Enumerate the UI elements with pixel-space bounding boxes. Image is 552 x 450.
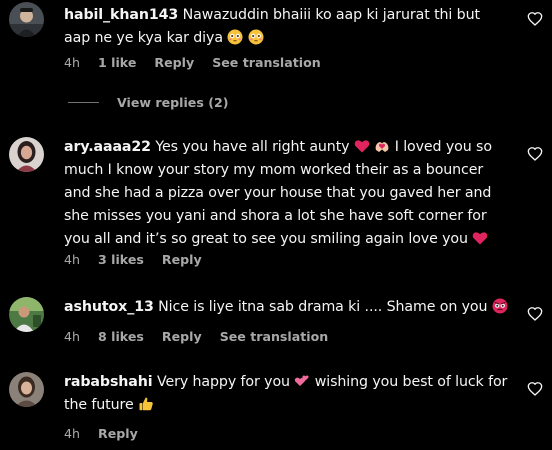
avatar-image [9, 297, 44, 332]
comment-meta: 4h 1 like Reply See translation [64, 55, 321, 70]
comment-username[interactable]: rababshahi [64, 374, 153, 390]
reply-button[interactable]: Reply [98, 426, 138, 441]
flushed-face-icon [248, 29, 264, 45]
comment-meta: 4h 8 likes Reply See translation [64, 329, 328, 344]
comment-text: rababshahi Very happy for you wishing yo… [64, 371, 508, 417]
view-replies-button[interactable]: View replies (2) [64, 95, 229, 110]
comment-username[interactable]: habil_khan143 [64, 7, 178, 23]
reply-button[interactable]: Reply [154, 55, 194, 70]
like-heart-icon[interactable] [527, 11, 543, 27]
avatar[interactable] [9, 297, 44, 332]
reply-button[interactable]: Reply [162, 252, 202, 267]
comment-likes[interactable]: 8 likes [98, 329, 144, 344]
flushed-face-icon [227, 29, 243, 45]
comment-body: Nice is liye itna sab drama ki .... Sham… [158, 299, 488, 315]
see-translation-button[interactable]: See translation [212, 55, 321, 70]
comment-likes[interactable]: 1 like [98, 55, 136, 70]
like-heart-icon[interactable] [527, 146, 543, 162]
comment-username[interactable]: ashutox_13 [64, 299, 154, 315]
comment-meta: 4h 3 likes Reply [64, 252, 216, 267]
reply-button[interactable]: Reply [162, 329, 202, 344]
comment-text: ashutox_13 Nice is liye itna sab drama k… [64, 296, 508, 319]
comment-body-part1: Yes you have all right aunty [155, 139, 350, 155]
avatar-image [9, 137, 44, 172]
comment-time: 4h [64, 426, 80, 441]
like-heart-icon[interactable] [527, 306, 543, 322]
comment-likes[interactable]: 3 likes [98, 252, 144, 267]
see-translation-button[interactable]: See translation [220, 329, 329, 344]
like-heart-icon[interactable] [527, 381, 543, 397]
comment-text: ary.aaaa22 Yes you have all right aunty … [64, 136, 508, 251]
avatar-image [9, 2, 44, 37]
comment-body-part2: I loved you so much I know your story my… [64, 139, 492, 247]
avatar-image [9, 372, 44, 407]
avatar[interactable] [9, 2, 44, 37]
angry-face-icon [492, 298, 508, 314]
thumbs-up-icon [139, 397, 153, 411]
comment-body-part1: Very happy for you [156, 374, 290, 390]
comment-time: 4h [64, 55, 80, 70]
heart-hands-icon [375, 142, 389, 152]
comment-time: 4h [64, 252, 80, 267]
red-heart-icon [354, 140, 370, 153]
comment-meta: 4h Reply [64, 426, 152, 441]
comment-text: habil_khan143 Nawazuddin bhaiii ko aap k… [64, 4, 508, 50]
two-hearts-icon [295, 375, 309, 386]
comment-time: 4h [64, 329, 80, 344]
replies-divider [68, 102, 99, 103]
comment-username[interactable]: ary.aaaa22 [64, 139, 151, 155]
avatar[interactable] [9, 137, 44, 172]
view-replies-label: View replies (2) [117, 95, 229, 110]
avatar[interactable] [9, 372, 44, 407]
red-heart-icon [473, 232, 488, 245]
